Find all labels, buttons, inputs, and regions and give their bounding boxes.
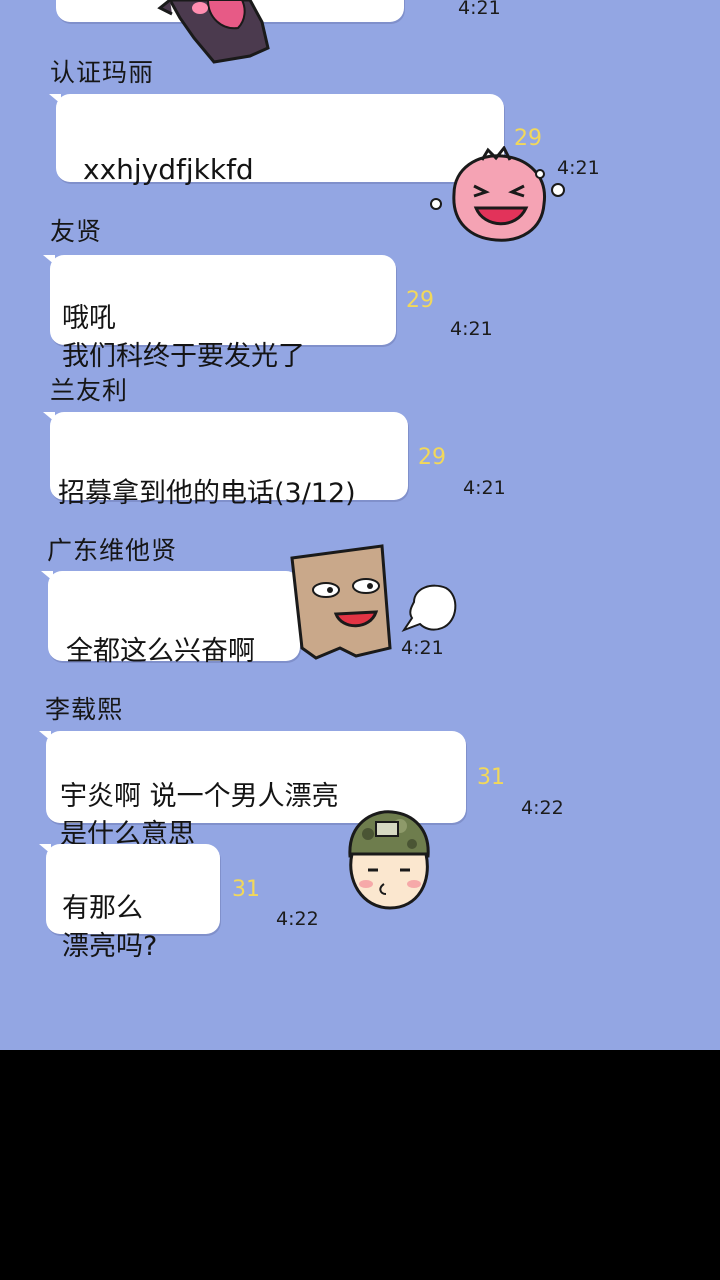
message-time: 4:21: [463, 477, 506, 499]
message-text: 全都这么兴奋啊: [66, 636, 255, 667]
chat-area: 4:21 认证玛丽 xxhjydfjkkfd 29 4:21 友贤 哦吼 我们科…: [0, 0, 720, 1050]
message-bubble[interactable]: 哦吼 我们科终于要发光了: [43, 255, 396, 372]
message-text: 有那么 漂亮吗?: [62, 893, 158, 962]
sender-name: 友贤: [50, 217, 103, 246]
sender-name: 兰友利: [50, 376, 129, 405]
paper-bag-face-sticker: [290, 544, 457, 660]
message-text: xxhjydfjkkfd: [83, 153, 254, 186]
message-time: 4:22: [521, 797, 564, 819]
unread-count: 31: [232, 877, 260, 902]
message-bubble[interactable]: 全都这么兴奋啊: [41, 571, 300, 667]
message-bubble[interactable]: 有那么 漂亮吗?: [39, 844, 220, 962]
unread-count: 31: [477, 765, 505, 790]
dark-creature-sticker: [157, 0, 270, 64]
message-time: 4:21: [458, 0, 501, 19]
message-text: 招募拿到他的电话(3/12): [58, 478, 356, 509]
bottom-bar: [0, 1050, 720, 1280]
message-time: 4:21: [450, 318, 493, 340]
unread-count: 29: [406, 288, 434, 313]
crying-pink-blob-sticker: [430, 146, 565, 242]
message-bubble[interactable]: 招募拿到他的电话(3/12): [43, 412, 408, 509]
sender-name: 认证玛丽: [50, 58, 155, 87]
message-text: 哦吼 我们科终于要发光了: [62, 303, 305, 372]
unread-count: 29: [418, 445, 446, 470]
sender-name: 李载熙: [45, 695, 124, 724]
message-text: 宇炎啊 说一个男人漂亮 是什么意思: [60, 781, 339, 850]
sender-name: 广东维他贤: [47, 536, 178, 565]
message-time: 4:22: [276, 908, 319, 930]
soldier-face-sticker: [348, 810, 430, 910]
